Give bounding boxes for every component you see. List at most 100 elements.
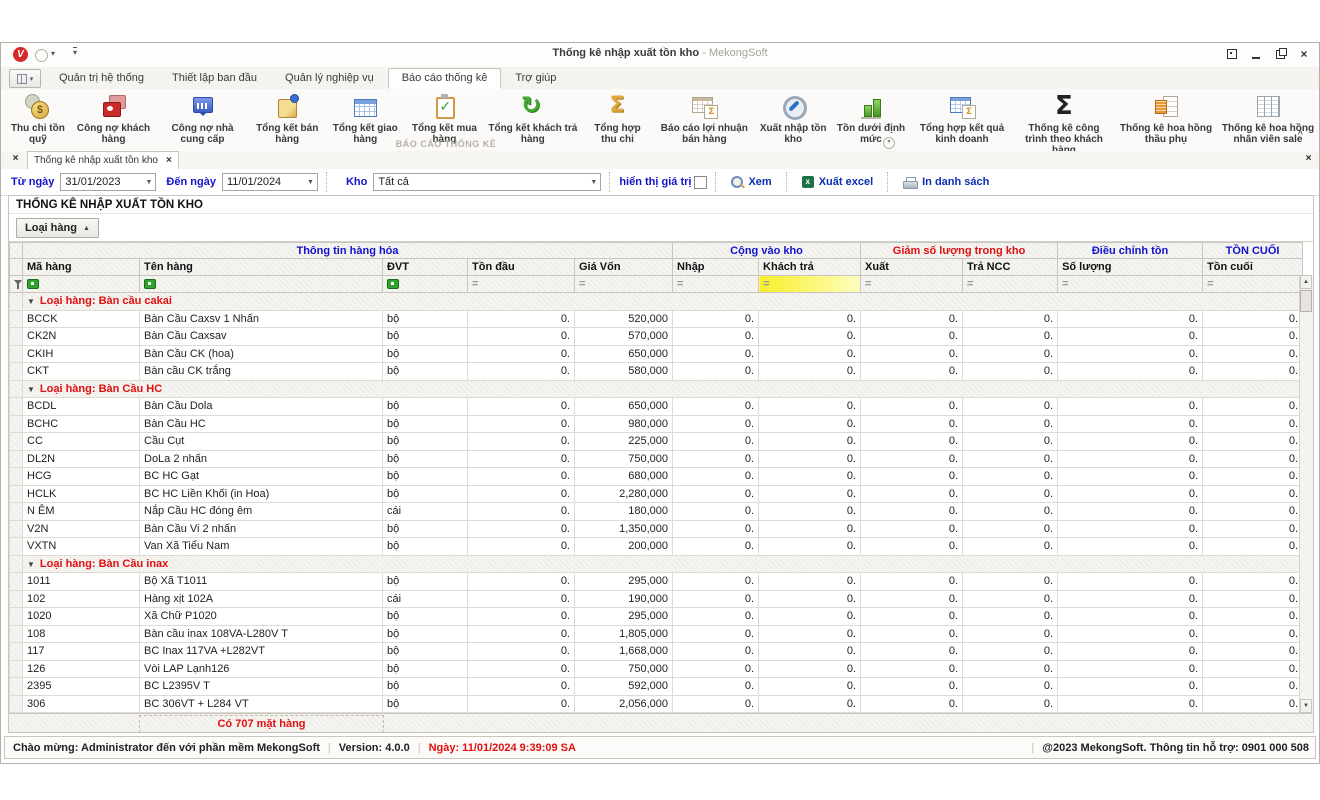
ribbon-item[interactable]: Tổng kết bán hàng xyxy=(249,91,326,145)
table-row[interactable]: HCLKBC HC Liền Khối (in Hoa)bộ0.2,280,00… xyxy=(10,485,1303,503)
tab-close-icon[interactable]: × xyxy=(166,155,172,166)
equals-filter-icon: = xyxy=(579,278,585,290)
table-row[interactable]: CCCầu Cụtbộ0.225,0000.0.0.0.0.0. xyxy=(10,433,1303,451)
show-value-checkbox[interactable] xyxy=(694,176,707,189)
filter-customer-return-selected[interactable]: = xyxy=(759,276,861,293)
chevron-down-icon[interactable]: ▼ xyxy=(304,179,317,186)
table-row[interactable]: 2395BC L2395V Tbộ0.592,0000.0.0.0.0.0. xyxy=(10,678,1303,696)
filter-quantity[interactable]: = xyxy=(1058,276,1203,293)
filter-opening[interactable]: = xyxy=(468,276,575,293)
fullscreen-icon[interactable] xyxy=(1225,47,1239,61)
ribbon-item[interactable]: Tổng kết giao hàng xyxy=(326,91,405,145)
scrollbar-thumb[interactable] xyxy=(1300,290,1312,312)
close-icon[interactable]: × xyxy=(1297,47,1311,61)
collapse-arrow-icon[interactable]: ▼ xyxy=(27,297,35,306)
filter-name[interactable] xyxy=(140,276,383,293)
col-header-name[interactable]: Tên hàng xyxy=(140,259,383,276)
ribbon-item[interactable]: Thu chi tồn quỹ xyxy=(5,91,71,145)
sort-asc-icon: ▲ xyxy=(83,225,90,232)
ribbon-item[interactable]: Tồn dưới định mức xyxy=(831,91,911,145)
table-row[interactable]: BCCKBàn Cầu Caxsv 1 Nhấnbộ0.520,0000.0.0… xyxy=(10,310,1303,328)
close-all-tabs-icon[interactable]: × xyxy=(9,153,22,166)
group-row[interactable]: ▼Loại hàng: Bàn Cầu HC xyxy=(10,380,1303,398)
filter-unit[interactable] xyxy=(383,276,468,293)
ribbon-tab-1[interactable]: Thiết lập ban đầu xyxy=(158,68,271,89)
ribbon-item[interactable]: Thống kê hoa hồng thầu phụ xyxy=(1115,91,1217,145)
table-row[interactable]: CKTBàn cầu CK trắngbộ0.580,0000.0.0.0.0.… xyxy=(10,363,1303,381)
print-list-button[interactable]: In danh sách xyxy=(903,176,989,188)
filter-code[interactable] xyxy=(23,276,140,293)
col-header-out[interactable]: Xuất xyxy=(861,259,963,276)
tab-inventory-report[interactable]: Thống kê nhập xuất tồn kho × xyxy=(27,151,179,169)
col-header-closing[interactable]: Tồn cuối xyxy=(1203,259,1303,276)
chevron-down-icon[interactable]: ▼ xyxy=(587,179,600,186)
filter-supplier-return[interactable]: = xyxy=(963,276,1058,293)
ribbon-tab-2[interactable]: Quản lý nghiệp vụ xyxy=(271,68,388,89)
note-icon xyxy=(271,92,303,122)
warehouse-select[interactable]: Tất cả▼ xyxy=(373,173,601,191)
col-header-cost[interactable]: Giá Vốn xyxy=(575,259,673,276)
ribbon-tab-3[interactable]: Báo cáo thống kê xyxy=(388,68,502,89)
table-row[interactable]: VXTNVan Xã Tiểu Nambộ0.200,0000.0.0.0.0.… xyxy=(10,538,1303,556)
ribbon-item[interactable]: Thống kê hoa hồng nhân viên sale xyxy=(1217,91,1319,145)
to-date-input[interactable]: 11/01/2024▼ xyxy=(222,173,318,191)
ribbon: Thu chi tồn quỹCông nợ khách hàngCông nợ… xyxy=(1,89,1319,152)
table-row[interactable]: 117BC Inax 117VA +L282VTbộ0.1,668,0000.0… xyxy=(10,643,1303,661)
table-row[interactable]: CK2NBàn Cầu Caxsavbộ0.570,0000.0.0.0.0.0… xyxy=(10,328,1303,346)
scroll-up-icon[interactable]: ▲ xyxy=(1300,275,1312,289)
col-header-unit[interactable]: ĐVT xyxy=(383,259,468,276)
col-header-quantity[interactable]: Số lượng xyxy=(1058,259,1203,276)
table-row[interactable]: V2NBàn Cầu Vi 2 nhấnbộ0.1,350,0000.0.0.0… xyxy=(10,520,1303,538)
table-row[interactable]: BCDLBàn Cầu Dolabộ0.650,0000.0.0.0.0.0. xyxy=(10,398,1303,416)
warehouse-label: Kho xyxy=(346,176,367,188)
from-date-input[interactable]: 31/01/2023▼ xyxy=(60,173,156,191)
table-row[interactable]: DL2NDoLa 2 nhấnbộ0.750,0000.0.0.0.0.0. xyxy=(10,450,1303,468)
ribbon-item[interactable]: Công nợ khách hàng xyxy=(71,91,157,145)
table-row[interactable]: 126Vòi LAP Lạnh126bộ0.750,0000.0.0.0.0.0… xyxy=(10,660,1303,678)
group-row[interactable]: ▼Loại hàng: Bàn Cầu inax xyxy=(10,555,1303,573)
ribbon-item[interactable]: Thống kê công trình theo khách hàng xyxy=(1013,91,1115,156)
ribbon-item[interactable]: Xuất nhập tồn kho xyxy=(755,91,831,145)
group-row[interactable]: ▼Loại hàng: Bàn cầu cakai xyxy=(10,293,1303,311)
minimize-icon[interactable] xyxy=(1249,47,1263,61)
ribbon-item[interactable]: Tổng hợp kết quả kinh doanh xyxy=(911,91,1013,145)
col-header-in[interactable]: Nhập xyxy=(673,259,759,276)
table-row[interactable]: 1011Bộ Xã T1011bộ0.295,0000.0.0.0.0.0. xyxy=(10,573,1303,591)
filter-closing[interactable]: = xyxy=(1203,276,1303,293)
ribbon-item[interactable]: Tổng kết khách trả hàng xyxy=(484,91,582,145)
table-row[interactable]: 1020Xã Chữ P1020bộ0.295,0000.0.0.0.0.0. xyxy=(10,608,1303,626)
restore-icon[interactable] xyxy=(1273,47,1287,61)
col-header-customer-return[interactable]: Khách trả xyxy=(759,259,861,276)
collapse-arrow-icon[interactable]: ▼ xyxy=(27,560,35,569)
export-excel-button[interactable]: x Xuất excel xyxy=(802,176,873,188)
group-by-button[interactable]: Loại hàng▲ xyxy=(16,218,99,238)
window-list-button[interactable]: ▾ xyxy=(9,69,41,88)
ribbon-tab-0[interactable]: Quản trị hệ thống xyxy=(45,68,158,89)
ribbon-collapse-icon[interactable]: ^ xyxy=(1298,129,1303,139)
filter-in[interactable]: = xyxy=(673,276,759,293)
ribbon-item[interactable]: Báo cáo lợi nhuận bán hàng xyxy=(653,91,755,145)
scroll-down-icon[interactable]: ▼ xyxy=(1300,699,1312,713)
table-row[interactable]: BCHCBàn Cầu HCbộ0.980,0000.0.0.0.0.0. xyxy=(10,415,1303,433)
filter-out[interactable]: = xyxy=(861,276,963,293)
collapse-arrow-icon[interactable]: ▼ xyxy=(27,385,35,394)
chevron-down-icon[interactable]: ▼ xyxy=(142,179,155,186)
ribbon-item[interactable]: Tổng hợp thu chi xyxy=(582,91,654,145)
ribbon-tab-4[interactable]: Trợ giúp xyxy=(501,68,570,89)
table-row[interactable]: HCGBC HC Gạtbộ0.680,0000.0.0.0.0.0. xyxy=(10,468,1303,486)
vertical-scrollbar[interactable]: ▲ ▼ xyxy=(1299,275,1313,713)
col-header-code[interactable]: Mã hàng xyxy=(23,259,140,276)
table-row[interactable]: CKIHBàn Cầu CK (hoa)bộ0.650,0000.0.0.0.0… xyxy=(10,345,1303,363)
table-row[interactable]: 102Hàng xịt 102Acái0.190,0000.0.0.0.0.0. xyxy=(10,590,1303,608)
view-button[interactable]: Xem xyxy=(731,176,771,188)
ribbon-item[interactable]: Tổng kết mua hàng xyxy=(405,91,484,145)
col-header-supplier-return[interactable]: Trả NCC xyxy=(963,259,1058,276)
table-row[interactable]: 306BC 306VT + L284 VTbộ0.2,056,0000.0.0.… xyxy=(10,695,1303,713)
col-header-opening[interactable]: Tồn đầu xyxy=(468,259,575,276)
ribbon-item[interactable]: Công nợ nhà cung cấp xyxy=(156,91,248,145)
tabs-close-icon[interactable]: × xyxy=(1302,153,1315,166)
dialog-launcher-icon[interactable]: ▾ xyxy=(883,137,895,149)
filter-cost[interactable]: = xyxy=(575,276,673,293)
table-row[interactable]: N ÊMNắp Cầu HC đóng êmcái0.180,0000.0.0.… xyxy=(10,503,1303,521)
table-row[interactable]: 108Bàn cầu inax 108VA-L280V Tbộ0.1,805,0… xyxy=(10,625,1303,643)
